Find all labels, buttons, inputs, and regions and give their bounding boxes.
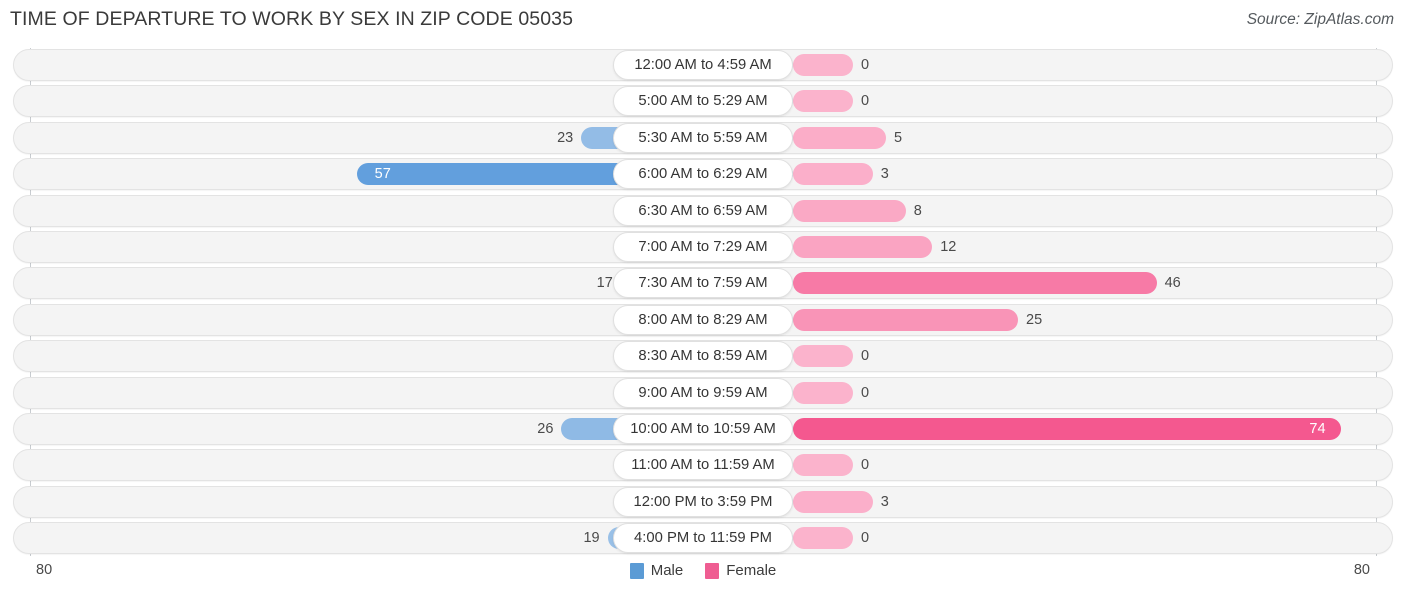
chart-row: 086:30 AM to 6:59 AM [13,194,1393,227]
bar-female [793,236,933,258]
category-label: 8:00 AM to 8:29 AM [638,311,768,328]
category-label-pill: 8:00 AM to 8:29 AM [613,304,793,335]
chart-row: 0011:00 AM to 11:59 AM [13,449,1393,482]
chart-row: 0127:00 AM to 7:29 AM [13,231,1393,263]
category-label-pill: 6:00 AM to 6:29 AM [613,159,793,190]
page-title: TIME OF DEPARTURE TO WORK BY SEX IN ZIP … [10,8,574,30]
chart-row: 10312:00 PM to 3:59 PM [13,485,1393,518]
bar-female [793,454,853,477]
category-label-pill: 9:00 AM to 9:59 AM [613,377,793,408]
bar-female [793,345,853,368]
chart-row: 26 74 10:00 AM to 10:59 AM [13,413,1393,445]
chart-row: 108:30 AM to 8:59 AM [13,340,1393,373]
category-label-pill: 12:00 PM to 3:59 PM [613,486,793,517]
chart-row: 17 46 7:30 AM to 7:59 AM [13,267,1393,300]
category-label: 6:30 AM to 6:59 AM [638,202,768,219]
bar-value-male: 57 [374,166,391,183]
bar-female [793,163,873,186]
bar-value-female: 3 [880,493,889,510]
bar-value-female: 25 [1026,311,1043,328]
chart-row: 1005:00 AM to 5:29 AM [13,85,1393,118]
bar-female [793,126,886,149]
bar-female [793,199,906,222]
chart-row: 3012:00 AM to 4:59 AM [13,49,1393,81]
bar-value-female: 0 [861,57,870,73]
category-label: 4:00 PM to 11:59 PM [634,530,772,547]
bar-female [793,490,873,513]
bar-value-female: 0 [861,93,870,110]
category-label-pill: 5:00 AM to 5:29 AM [613,86,793,117]
bar-female [793,272,1157,295]
bar-value-male: 26 [537,421,554,437]
category-label: 12:00 AM to 4:59 AM [634,57,772,73]
category-label-pill: 7:00 AM to 7:29 AM [613,232,793,262]
category-label: 7:00 AM to 7:29 AM [638,239,768,255]
bar-value-female: 0 [861,348,870,365]
bar-value-female: 0 [861,530,870,547]
category-label: 9:00 AM to 9:59 AM [638,384,768,401]
chart-row: 009:00 AM to 9:59 AM [13,376,1393,409]
bar-value-female: 5 [894,129,903,146]
legend-label: Male [650,562,684,579]
bar-value-male: 23 [557,129,574,146]
legend-item-male[interactable]: Male [629,562,684,579]
bar-female [793,308,1018,331]
category-label-pill: 11:00 AM to 11:59 AM [613,450,793,481]
bar-value-female: 12 [940,239,957,255]
chart-row: 19 0 4:00 PM to 11:59 PM [13,522,1393,555]
category-label: 12:00 PM to 3:59 PM [633,493,773,510]
category-label: 7:30 AM to 7:59 AM [638,275,768,292]
bar-female [793,90,853,113]
category-label-pill: 8:30 AM to 8:59 AM [613,341,793,372]
category-label: 8:30 AM to 8:59 AM [638,348,768,365]
bar-value-female: 0 [861,457,870,474]
category-label: 5:00 AM to 5:29 AM [638,93,768,110]
category-label-pill: 4:00 PM to 11:59 PM [613,523,793,554]
category-label-pill: 10:00 AM to 10:59 AM [613,414,793,444]
chart-legend: Male Female [0,562,1406,579]
chart-row: 12258:00 AM to 8:29 AM [13,303,1393,336]
legend-label: Female [726,562,777,579]
bar-value-female: 3 [880,166,889,183]
bar-female [793,381,853,404]
bar-value-male: 19 [583,530,600,547]
chart-row: 57 3 6:00 AM to 6:29 AM [13,158,1393,191]
legend-swatch-icon [629,562,644,579]
bar-female [793,418,1342,440]
category-label: 5:30 AM to 5:59 AM [638,129,768,146]
bar-value-female: 0 [861,384,870,401]
chart-plot-area: 3012:00 AM to 4:59 AM1005:00 AM to 5:29 … [0,46,1406,556]
bar-value-female: 46 [1164,275,1181,292]
category-label: 10:00 AM to 10:59 AM [630,421,776,437]
bar-value-male: 17 [596,275,613,292]
chart-footer: 80 80 Male Female [0,556,1406,595]
category-label-pill: 5:30 AM to 5:59 AM [613,122,793,153]
bar-value-female: 74 [1309,421,1326,437]
legend-item-female[interactable]: Female [705,562,776,579]
bar-female [793,54,853,76]
source-attribution: Source: ZipAtlas.com [1246,11,1394,28]
category-label: 6:00 AM to 6:29 AM [638,166,768,183]
category-label: 11:00 AM to 11:59 AM [631,457,775,474]
category-label-pill: 12:00 AM to 4:59 AM [613,50,793,80]
chart-header: TIME OF DEPARTURE TO WORK BY SEX IN ZIP … [0,0,1406,46]
category-label-pill: 7:30 AM to 7:59 AM [613,268,793,299]
chart-row: 23 5 5:30 AM to 5:59 AM [13,121,1393,154]
category-label-pill: 6:30 AM to 6:59 AM [613,195,793,226]
bar-female [793,527,853,550]
legend-swatch-icon [705,562,720,579]
bar-value-female: 8 [913,202,922,219]
